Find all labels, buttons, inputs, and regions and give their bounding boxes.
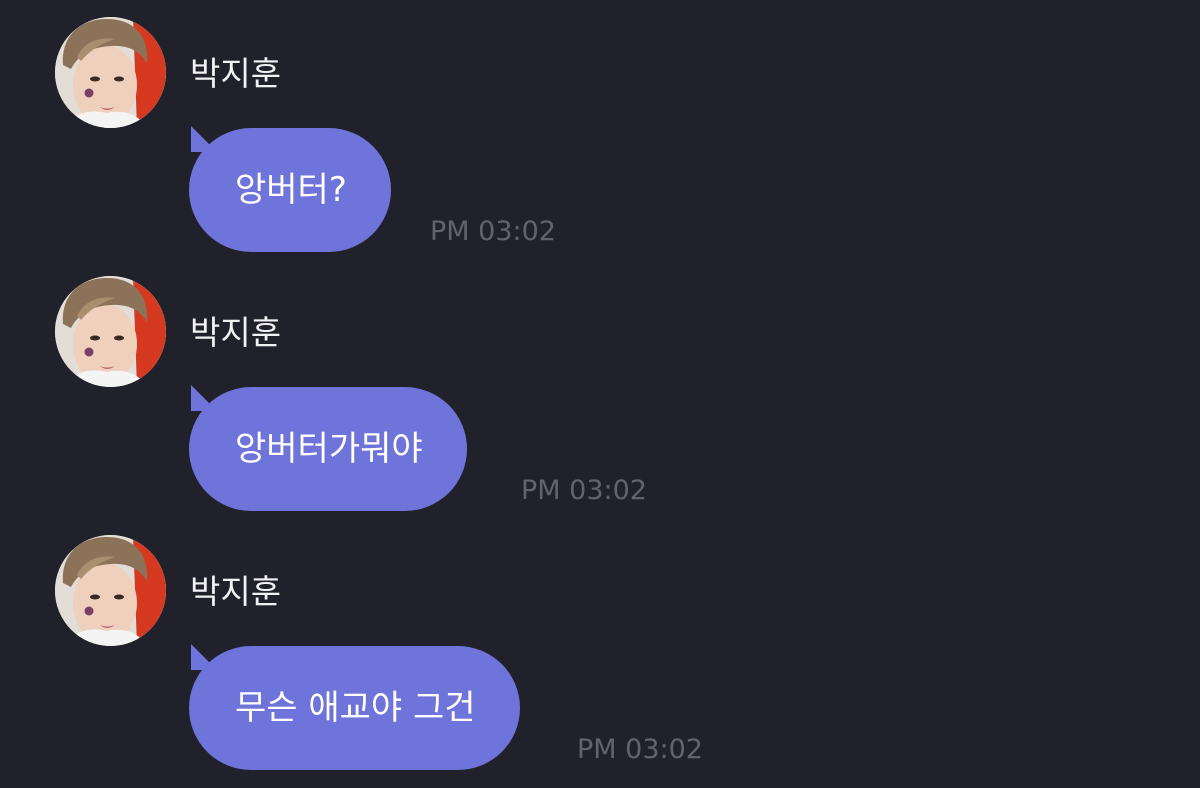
avatar[interactable] — [55, 276, 166, 387]
message-timestamp: PM 03:02 — [521, 475, 647, 506]
chat-message: 박지훈 앙버터? PM 03:02 — [0, 0, 1200, 252]
sender-name: 박지훈 — [190, 572, 282, 611]
avatar[interactable] — [55, 17, 166, 128]
profile-photo-icon — [55, 535, 166, 646]
avatar[interactable] — [55, 535, 166, 646]
message-bubble[interactable]: 앙버터? — [189, 128, 391, 252]
message-text: 앙버터? — [235, 170, 347, 210]
profile-photo-icon — [55, 276, 166, 387]
chat-message: 박지훈 앙버터가뭐야 PM 03:02 — [0, 259, 1200, 511]
message-timestamp: PM 03:02 — [577, 734, 703, 765]
message-timestamp: PM 03:02 — [430, 216, 556, 247]
message-bubble[interactable]: 앙버터가뭐야 — [189, 387, 467, 511]
profile-photo-icon — [55, 17, 166, 128]
message-text: 무슨 애교야 그건 — [235, 688, 476, 728]
message-text: 앙버터가뭐야 — [235, 429, 423, 469]
message-bubble[interactable]: 무슨 애교야 그건 — [189, 646, 520, 770]
chat-message: 박지훈 무슨 애교야 그건 PM 03:02 — [0, 518, 1200, 770]
sender-name: 박지훈 — [190, 54, 282, 93]
sender-name: 박지훈 — [190, 313, 282, 352]
